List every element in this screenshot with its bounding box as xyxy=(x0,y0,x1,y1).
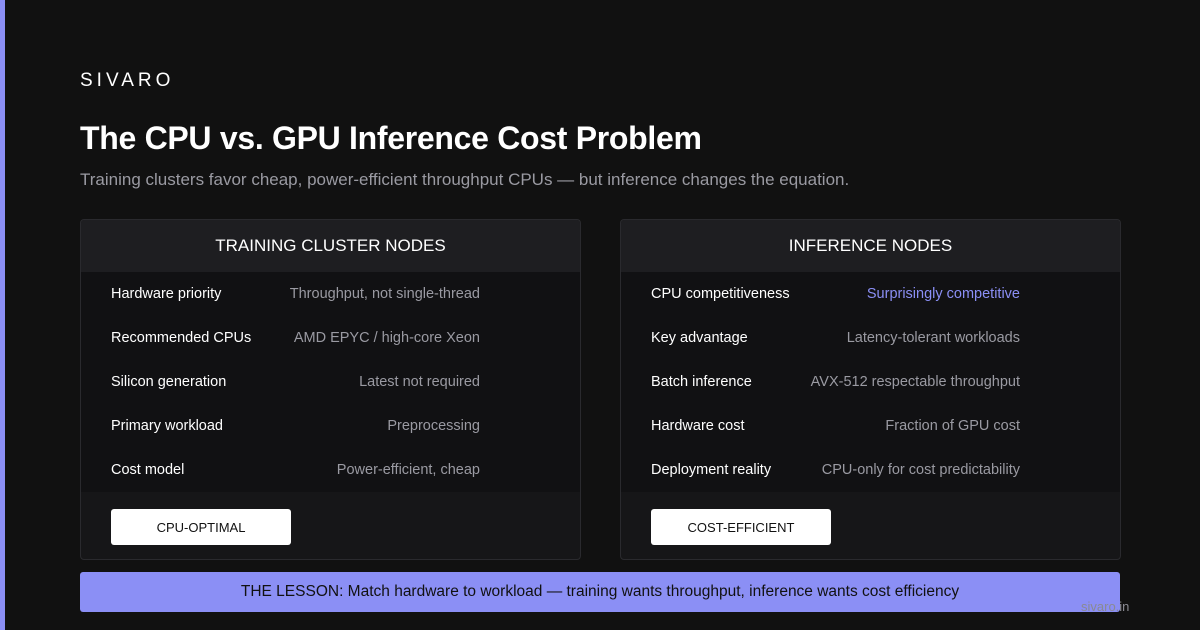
row-value: Preprocessing xyxy=(387,418,480,434)
row-value: CPU-only for cost predictability xyxy=(821,462,1020,478)
footer-url[interactable]: sivaro.in xyxy=(1081,599,1129,614)
row-label: Cost model xyxy=(111,462,185,478)
row-value: AVX-512 respectable throughput xyxy=(810,374,1020,390)
row-value: Latency-tolerant workloads xyxy=(846,330,1020,346)
table-row: Hardware cost Fraction of GPU cost xyxy=(651,404,1020,448)
row-label: Key advantage xyxy=(651,330,748,346)
row-value: Power-efficient, cheap xyxy=(336,462,480,478)
cost-efficient-badge: COST-EFFICIENT xyxy=(651,509,831,545)
table-row: Key advantage Latency-tolerant workloads xyxy=(651,316,1020,360)
row-value: Latest not required xyxy=(359,374,480,390)
table-row: Primary workload Preprocessing xyxy=(111,404,480,448)
table-row: CPU competitiveness Surprisingly competi… xyxy=(651,272,1020,316)
row-label: Primary workload xyxy=(111,418,223,434)
brand-logo: SIVARO xyxy=(80,70,175,91)
row-label: Recommended CPUs xyxy=(111,330,252,346)
lesson-banner: THE LESSON: Match hardware to workload —… xyxy=(80,572,1120,612)
table-row: Silicon generation Latest not required xyxy=(111,360,480,404)
accent-bar xyxy=(0,0,5,630)
training-card-header: TRAINING CLUSTER NODES xyxy=(81,220,580,272)
row-value: Surprisingly competitive xyxy=(866,286,1020,302)
table-row: Batch inference AVX-512 respectable thro… xyxy=(651,360,1020,404)
row-label: Hardware cost xyxy=(651,418,745,434)
row-label: Deployment reality xyxy=(651,462,772,478)
table-row: Cost model Power-efficient, cheap xyxy=(111,448,480,492)
table-row: Recommended CPUs AMD EPYC / high-core Xe… xyxy=(111,316,480,360)
row-label: CPU competitiveness xyxy=(651,286,790,302)
inference-card: INFERENCE NODES CPU competitiveness Surp… xyxy=(620,219,1121,560)
page-title: The CPU vs. GPU Inference Cost Problem xyxy=(80,120,702,156)
row-value: Fraction of GPU cost xyxy=(885,418,1020,434)
row-value: Throughput, not single-thread xyxy=(289,286,480,302)
row-label: Hardware priority xyxy=(111,286,222,302)
row-value: AMD EPYC / high-core Xeon xyxy=(293,330,480,346)
inference-card-header: INFERENCE NODES xyxy=(621,220,1120,272)
row-label: Batch inference xyxy=(651,374,752,390)
cpu-optimal-badge: CPU-OPTIMAL xyxy=(111,509,291,545)
training-card: TRAINING CLUSTER NODES Hardware priority… xyxy=(80,219,581,560)
page-subtitle: Training clusters favor cheap, power-eff… xyxy=(80,170,850,189)
table-row: Hardware priority Throughput, not single… xyxy=(111,272,480,316)
inference-card-rows: CPU competitiveness Surprisingly competi… xyxy=(621,272,1120,492)
row-label: Silicon generation xyxy=(111,374,227,390)
table-row: Deployment reality CPU-only for cost pre… xyxy=(651,448,1020,492)
training-card-rows: Hardware priority Throughput, not single… xyxy=(81,272,580,492)
